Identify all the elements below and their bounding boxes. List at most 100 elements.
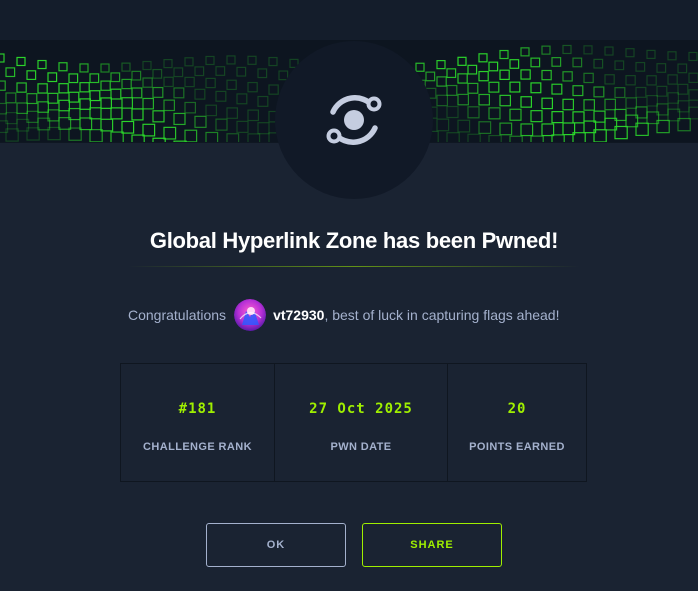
cube-tile	[446, 105, 459, 119]
cube-tile	[236, 66, 247, 77]
cube-tile	[131, 134, 145, 142]
cube-tile	[142, 60, 152, 71]
cube-tile	[163, 99, 175, 112]
cube-tile	[173, 67, 184, 78]
congrats-message: Congratulations vt72930 , best of luck i…	[128, 298, 560, 332]
cube-tile	[68, 73, 79, 84]
cube-tile	[488, 107, 501, 120]
cube-tile	[247, 55, 257, 65]
cube-tile	[131, 108, 144, 121]
cube-tile	[163, 126, 177, 140]
cube-tile	[142, 77, 153, 88]
cube-tile	[625, 75, 636, 86]
cube-tile	[89, 107, 102, 120]
cube-tile	[247, 109, 259, 122]
cube-tile	[205, 104, 217, 117]
cube-tile	[541, 69, 552, 81]
cube-tile	[499, 94, 511, 107]
cube-tile	[68, 127, 82, 141]
cube-tile	[688, 51, 698, 62]
cube-tile	[677, 63, 688, 74]
cube-tile	[446, 68, 457, 79]
cube-tile	[625, 48, 635, 58]
cube-tile	[499, 69, 510, 80]
stat-pwn-date: 27 Oct 2025 PWN DATE	[275, 364, 448, 481]
cube-tile	[551, 57, 562, 67]
cube-tile	[688, 106, 698, 120]
cube-tile	[667, 92, 679, 104]
cube-tile	[184, 76, 195, 88]
cube-tile	[194, 66, 205, 77]
cube-tile	[551, 83, 563, 95]
share-button[interactable]: SHARE	[362, 523, 502, 567]
cube-tile	[79, 63, 89, 73]
cube-tile	[467, 133, 481, 142]
cube-tile	[478, 70, 489, 82]
cube-tile	[425, 71, 436, 82]
cube-tile	[226, 55, 236, 65]
stat-label: POINTS EARNED	[469, 441, 565, 453]
cube-tile	[614, 60, 625, 71]
cube-tile	[110, 72, 121, 83]
cube-tile	[446, 84, 458, 96]
page-title: Global Hyperlink Zone has been Pwned!	[149, 228, 559, 253]
cube-tile	[509, 59, 520, 69]
cube-tile	[562, 98, 574, 111]
cube-tile	[47, 92, 59, 104]
username-link[interactable]: vt72930	[273, 307, 324, 323]
cube-tile	[467, 82, 479, 94]
cube-tile	[68, 91, 80, 103]
cube-tile	[226, 107, 238, 119]
cube-tile	[562, 71, 573, 82]
cube-tile	[236, 120, 249, 133]
cube-tile	[100, 97, 112, 109]
cube-tile	[89, 73, 100, 84]
cube-tile	[604, 74, 615, 85]
cube-tile	[131, 70, 142, 81]
cube-tile	[58, 62, 68, 72]
ok-button[interactable]: OK	[206, 523, 346, 567]
cube-tile	[121, 97, 133, 109]
cube-tile	[593, 86, 605, 98]
cube-tile	[247, 81, 258, 93]
cube-tile	[184, 101, 196, 114]
user-avatar[interactable]	[234, 299, 267, 331]
congrats-suffix: , best of luck in capturing flags ahead!	[324, 307, 560, 323]
cube-tile	[583, 72, 594, 84]
pwned-modal: Global Hyperlink Zone has been Pwned! Co…	[0, 0, 698, 591]
stat-challenge-rank: #181 CHALLENGE RANK	[121, 364, 275, 481]
cube-tile	[100, 63, 110, 73]
cube-tile	[215, 66, 226, 76]
cube-tile	[110, 107, 123, 120]
cube-tile	[646, 49, 656, 60]
cube-tile	[58, 83, 69, 94]
cube-tile	[152, 68, 163, 79]
cube-tile	[16, 102, 28, 115]
cube-tile	[677, 83, 689, 95]
cube-tile	[604, 46, 614, 56]
cube-tile	[184, 129, 198, 142]
cube-tile	[110, 131, 124, 142]
cube-tile	[16, 56, 26, 67]
cube-tile	[16, 82, 27, 93]
stats-panel: #181 CHALLENGE RANK 27 Oct 2025 PWN DATE…	[120, 363, 587, 482]
cube-tile	[436, 76, 447, 87]
cube-tile	[572, 57, 583, 68]
cube-tile	[541, 123, 555, 137]
congrats-prefix: Congratulations	[128, 307, 227, 323]
cube-tile	[121, 120, 135, 134]
cube-tile	[173, 112, 186, 126]
cube-tile	[688, 72, 698, 84]
cube-tile	[520, 96, 532, 108]
challenge-badge	[275, 41, 433, 199]
cube-tile	[562, 44, 572, 55]
cube-tile	[121, 78, 132, 90]
cube-tile	[478, 53, 488, 63]
cube-tile	[436, 118, 450, 132]
cube-tile	[499, 49, 509, 60]
cube-tile	[488, 61, 499, 72]
cube-tile	[152, 110, 165, 123]
cube-tile	[530, 82, 542, 94]
cube-tile	[89, 129, 103, 142]
stat-value: 27 Oct 2025	[309, 401, 413, 417]
